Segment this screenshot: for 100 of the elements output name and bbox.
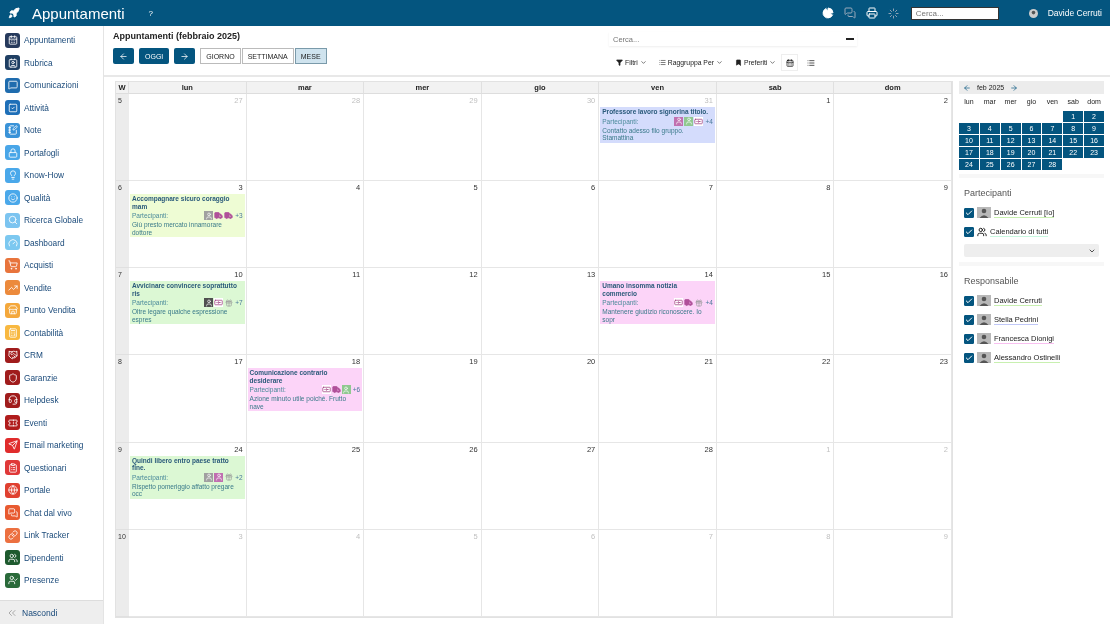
sidebar-label: Attività — [24, 102, 49, 113]
sidebar-item[interactable]: Dashboard — [0, 231, 103, 254]
truck-icon — [331, 385, 341, 395]
filter-icon — [616, 59, 623, 66]
arrow-right-icon — [180, 51, 190, 61]
banknote-icon — [674, 298, 684, 308]
hide-button[interactable]: Nascondi — [0, 600, 103, 624]
sidebar-item[interactable]: Punto Vendita — [0, 299, 103, 322]
sidebar-label: Qualità — [24, 192, 51, 203]
sidebar-label: Chat dal vivo — [24, 507, 72, 518]
sidebar-label: Note — [24, 125, 42, 136]
list-icon — [806, 58, 815, 67]
sidebar-item[interactable]: Dipendenti — [0, 546, 103, 569]
truck-icon — [684, 298, 694, 308]
sidebar-label: Comunicazioni — [24, 80, 79, 91]
avatar-icon — [977, 352, 991, 363]
sidebar-label: Questionari — [24, 462, 67, 473]
sidebar-label: Contabilità — [24, 327, 64, 338]
caret-icon — [715, 59, 723, 66]
sidebar-item[interactable]: Rubrica — [0, 51, 103, 74]
sidebar-label: Eventi — [24, 417, 48, 428]
avatar-icon — [977, 295, 991, 306]
previous-month-icon[interactable] — [963, 83, 971, 92]
sidebar-label: Acquisti — [24, 260, 54, 271]
sidebar-label: Vendite — [24, 282, 52, 293]
truck-icon — [214, 211, 224, 221]
search-field[interactable]: Cerca... — [910, 6, 999, 20]
sidebar-item[interactable]: Contabilità — [0, 321, 103, 344]
sidebar-label: Helpdesk — [24, 395, 59, 406]
avatar-icon — [1028, 8, 1038, 18]
sidebar-item[interactable]: Helpdesk — [0, 389, 103, 412]
sidebar-label: Portafogli — [24, 147, 60, 158]
sidebar-item[interactable]: Qualità — [0, 186, 103, 209]
sidebar-item[interactable]: Questionari — [0, 456, 103, 479]
sidebar-item[interactable]: Presenze — [0, 569, 103, 592]
sidebar-label: Appuntamenti — [24, 35, 76, 46]
sidebar-item[interactable]: Portale — [0, 479, 103, 502]
checkbox[interactable] — [964, 295, 974, 306]
sidebar-label: Ricerca Globale — [24, 215, 84, 226]
calendar-icon — [785, 58, 794, 67]
chat-bubbles-icon[interactable] — [843, 7, 856, 19]
sidebar-label: Dashboard — [24, 237, 65, 248]
page-title: Appuntamenti (febbraio 2025) — [113, 31, 241, 41]
sidebar-label: Link Tracker — [24, 530, 70, 541]
sidebar-item[interactable]: Chat dal vivo — [0, 501, 103, 524]
next-button[interactable] — [174, 48, 196, 64]
list-icon — [658, 59, 666, 66]
sidebar-label: Know-How — [24, 170, 65, 181]
sidebar-label: CRM — [24, 350, 43, 361]
sidebar-item[interactable]: CRM — [0, 344, 103, 367]
sidebar-label: Portale — [24, 485, 51, 496]
section-title: Responsabile — [964, 276, 1020, 286]
banknote-icon — [694, 116, 704, 126]
section-title: Partecipanti — [964, 188, 1013, 198]
caret-icon — [639, 59, 647, 66]
sidebar-item[interactable]: Comunicazioni — [0, 74, 103, 97]
gift-icon — [694, 298, 704, 308]
caret-icon — [769, 59, 777, 66]
user-name[interactable]: Davide Cerruti — [1047, 8, 1102, 18]
sidebar-label: Garanzie — [24, 372, 58, 383]
sidebar-item[interactable]: Appuntamenti — [0, 29, 103, 52]
sidebar-item[interactable]: Portafogli — [0, 141, 103, 164]
previous-button[interactable] — [113, 48, 134, 64]
sidebar-label: Email marketing — [24, 440, 84, 451]
sidebar-label: Punto Vendita — [24, 305, 76, 316]
gift-icon — [224, 298, 234, 308]
checkbox[interactable] — [964, 314, 974, 325]
loader-icon[interactable] — [887, 7, 899, 19]
checkbox[interactable] — [964, 207, 974, 218]
arrow-left-icon — [119, 51, 128, 61]
checkbox[interactable] — [964, 352, 974, 363]
sidebar-item[interactable]: Attività — [0, 96, 103, 119]
checkbox[interactable] — [964, 226, 974, 237]
avatar-icon — [977, 314, 991, 325]
sidebar-item[interactable]: Eventi — [0, 411, 103, 434]
sidebar-label: Presenze — [24, 575, 60, 586]
printer-icon[interactable] — [865, 7, 878, 19]
sidebar-item[interactable]: Vendite — [0, 276, 103, 299]
sidebar-item[interactable]: Garanzie — [0, 366, 103, 389]
sidebar-item[interactable]: Link Tracker — [0, 524, 103, 547]
gift-icon — [224, 472, 234, 482]
banknote-icon — [321, 385, 331, 395]
users-icon — [977, 226, 987, 237]
pie-chart-icon[interactable] — [821, 7, 834, 19]
bookmark-icon — [734, 59, 742, 66]
avatar-icon — [977, 207, 991, 218]
help-link[interactable]: ? — [148, 8, 154, 18]
sidebar-item[interactable]: Know-How — [0, 164, 103, 187]
banknote-icon — [214, 298, 224, 308]
sidebar-label: Rubrica — [24, 57, 53, 68]
checkbox[interactable] — [964, 333, 974, 344]
sidebar-item[interactable]: Email marketing — [0, 434, 103, 457]
sidebar-item[interactable]: Acquisti — [0, 254, 103, 277]
app-title: Appuntamenti — [32, 4, 125, 22]
calendar-view-button[interactable] — [782, 55, 798, 70]
sidebar-label: Dipendenti — [24, 552, 64, 563]
sidebar-item[interactable]: Note — [0, 119, 103, 142]
sidebar-item[interactable]: Ricerca Globale — [0, 209, 103, 232]
rocket-icon — [8, 7, 20, 19]
avatar-icon — [977, 333, 991, 344]
